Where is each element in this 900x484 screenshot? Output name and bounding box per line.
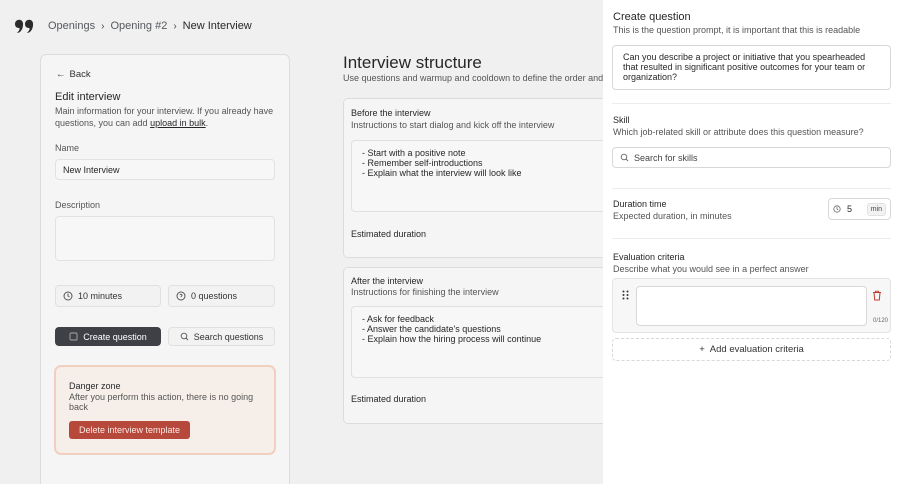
text-line: - Remember self-introductions xyxy=(362,158,483,168)
description-label: Description xyxy=(55,200,101,210)
duration-unit: min xyxy=(866,202,886,216)
breadcrumb-item-opening[interactable]: Opening #2 xyxy=(110,20,167,32)
name-input[interactable]: New Interview xyxy=(55,159,275,180)
name-label: Name xyxy=(55,143,80,153)
edit-interview-description: Main information for your interview. If … xyxy=(55,106,274,128)
description-input[interactable] xyxy=(55,216,275,261)
breadcrumb-current: New Interview xyxy=(182,20,252,32)
panel-title: Create question xyxy=(613,11,691,23)
panel-subtitle: This is the question prompt, it is impor… xyxy=(613,25,861,35)
search-icon xyxy=(180,332,189,341)
trash-icon[interactable] xyxy=(872,290,882,301)
text-line: - Answer the candidate's questions xyxy=(362,324,501,334)
breadcrumb: Openings › Opening #2 › New Interview xyxy=(48,20,252,32)
danger-zone-title: Danger zone xyxy=(69,381,121,391)
plus-icon: + xyxy=(699,344,705,355)
estimated-duration-label: Estimated duration xyxy=(351,394,427,404)
back-label: Back xyxy=(69,69,91,80)
section-title: Before the interview xyxy=(351,108,431,118)
text-line: - Ask for feedback xyxy=(362,314,435,324)
divider xyxy=(612,103,891,104)
skill-search-input[interactable]: Search for skills xyxy=(612,147,891,168)
clock-icon xyxy=(833,205,841,213)
divider xyxy=(612,188,891,189)
clock-icon xyxy=(63,291,73,301)
section-description: Instructions for finishing the interview xyxy=(351,287,499,297)
duration-input[interactable]: 5 min xyxy=(828,198,891,220)
estimated-duration-label: Estimated duration xyxy=(351,229,427,239)
duration-value: 5 xyxy=(847,204,853,214)
duration-title: Duration time xyxy=(613,199,667,209)
before-interview-textarea[interactable]: - Start with a positive note - Remember … xyxy=(351,140,633,212)
questions-stat: 0 questions xyxy=(168,285,275,307)
after-interview-textarea[interactable]: - Ask for feedback - Answer the candidat… xyxy=(351,306,633,378)
upload-bulk-link[interactable]: upload in bulk xyxy=(150,118,206,128)
arrow-left-icon: ← xyxy=(56,69,66,80)
duration-subtitle: Expected duration, in minutes xyxy=(613,211,732,221)
skill-subtitle: Which job-related skill or attribute doe… xyxy=(613,127,864,137)
section-description: Instructions to start dialog and kick of… xyxy=(351,120,555,130)
divider xyxy=(612,238,891,239)
skill-search-placeholder: Search for skills xyxy=(634,152,698,163)
structure-description: Use questions and warmup and cooldown to… xyxy=(343,73,604,83)
edit-interview-title: Edit interview xyxy=(55,91,121,103)
eval-title: Evaluation criteria xyxy=(613,252,685,262)
text-line: - Explain what the interview will look l… xyxy=(362,168,522,178)
search-questions-button[interactable]: Search questions xyxy=(168,327,275,346)
question-circle-icon xyxy=(176,291,186,301)
breadcrumb-item-openings[interactable]: Openings xyxy=(48,20,95,32)
question-prompt-input[interactable]: Can you describe a project or initiative… xyxy=(612,45,891,90)
text-line: - Start with a positive note xyxy=(362,148,466,158)
duration-stat: 10 minutes xyxy=(55,285,161,307)
eval-char-counter: 0/120 xyxy=(873,318,889,324)
text-line: - Explain how the hiring process will co… xyxy=(362,334,542,344)
edit-icon xyxy=(69,332,78,341)
eval-subtitle: Describe what you would see in a perfect… xyxy=(613,264,809,274)
danger-zone-text: After you perform this action, there is … xyxy=(69,392,254,412)
drag-handle-icon[interactable] xyxy=(622,290,629,300)
back-button[interactable]: ← Back xyxy=(56,69,91,80)
search-icon xyxy=(620,153,629,162)
add-eval-criteria-button[interactable]: + Add evaluation criteria xyxy=(612,338,891,361)
section-title: After the interview xyxy=(351,276,424,286)
chevron-right-icon: › xyxy=(101,20,105,32)
logo-icon[interactable] xyxy=(14,18,34,34)
chevron-right-icon: › xyxy=(173,20,177,32)
create-question-button[interactable]: Create question xyxy=(55,327,161,346)
structure-title: Interview structure xyxy=(343,53,482,72)
eval-criteria-input[interactable] xyxy=(636,286,867,326)
delete-template-button[interactable]: Delete interview template xyxy=(69,421,190,439)
skill-title: Skill xyxy=(613,115,630,125)
